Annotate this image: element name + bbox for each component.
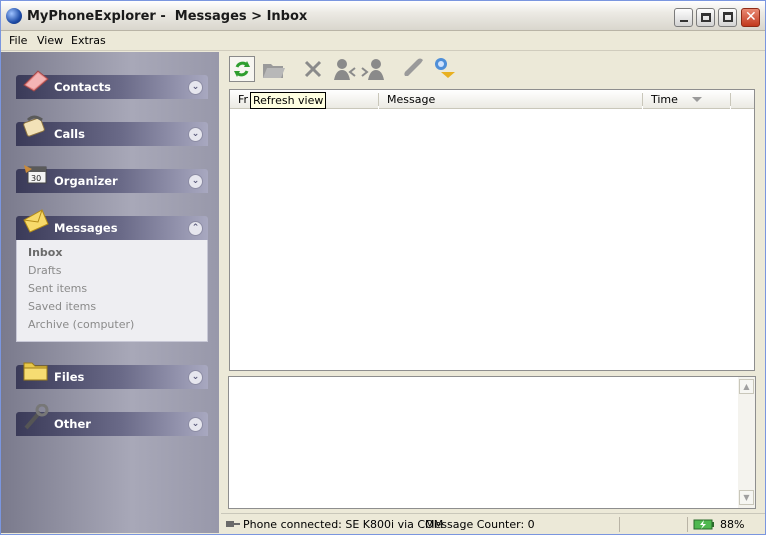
files-folder-icon <box>23 362 48 381</box>
delete-icon <box>304 60 322 78</box>
preview-scrollbar[interactable]: ▲ ▼ <box>738 377 755 508</box>
sidebar-section-label: Organizer <box>54 174 118 188</box>
minimize-button[interactable] <box>674 8 693 27</box>
title-bar[interactable]: MyPhoneExplorer - Messages > Inbox ✕ <box>1 1 765 31</box>
menu-bar: File View Extras <box>1 31 765 51</box>
sort-descending-icon <box>692 97 702 102</box>
chevron-down-icon[interactable]: ⌄ <box>188 174 203 189</box>
open-folder-icon <box>263 64 285 78</box>
svg-text:30: 30 <box>31 174 41 183</box>
folder-inbox[interactable]: Inbox <box>28 246 62 259</box>
sidebar-section-label: Other <box>54 417 91 431</box>
message-list[interactable]: Fr Message Time Refresh view <box>229 89 755 371</box>
menu-extras[interactable]: Extras <box>71 34 106 47</box>
maximize-icon <box>701 13 711 22</box>
chevron-down-icon[interactable]: ⌄ <box>188 80 203 95</box>
refresh-button[interactable] <box>229 56 255 82</box>
sidebar-section-label: Calls <box>54 127 85 141</box>
restore-button[interactable] <box>718 8 737 27</box>
refresh-icon <box>234 61 250 77</box>
column-message[interactable]: Message <box>379 90 642 109</box>
messages-envelope-icon <box>23 209 49 233</box>
messages-folder-list: Inbox Drafts Sent items Saved items Arch… <box>16 240 208 342</box>
folder-sent-items[interactable]: Sent items <box>28 282 87 295</box>
sidebar: Contacts ⌄ Calls ⌄ 30 Organizer ⌄ Messag… <box>1 52 219 533</box>
call-icon <box>404 58 423 76</box>
app-logo-icon <box>6 8 22 24</box>
status-divider <box>619 517 620 532</box>
sidebar-section-other[interactable]: Other ⌄ <box>16 404 208 436</box>
forward-icon <box>361 59 384 80</box>
reply-icon <box>334 59 356 80</box>
other-tools-icon <box>24 404 49 430</box>
sidebar-section-label: Contacts <box>54 80 111 94</box>
calls-phone-icon <box>23 115 45 137</box>
chevron-down-icon[interactable]: ⌄ <box>188 127 203 142</box>
close-button[interactable]: ✕ <box>741 8 760 27</box>
scroll-down-icon[interactable]: ▼ <box>739 490 754 505</box>
scroll-up-icon[interactable]: ▲ <box>739 379 754 394</box>
column-time-label: Time <box>651 93 678 106</box>
column-filler <box>731 90 754 109</box>
app-window: MyPhoneExplorer - Messages > Inbox ✕ Fil… <box>0 0 766 535</box>
menu-file[interactable]: File <box>9 34 27 47</box>
minimize-icon <box>680 20 688 22</box>
delete-button[interactable] <box>301 56 327 82</box>
sidebar-section-contacts[interactable]: Contacts ⌄ <box>16 70 208 99</box>
open-button[interactable] <box>261 56 287 82</box>
sidebar-section-messages[interactable]: Messages ⌃ <box>16 209 208 240</box>
battery-charging-icon <box>693 519 714 530</box>
folder-drafts[interactable]: Drafts <box>28 264 61 277</box>
sidebar-section-organizer[interactable]: 30 Organizer ⌄ <box>16 165 208 193</box>
battery-level: 88% <box>720 518 745 531</box>
sidebar-section-files[interactable]: Files ⌄ <box>16 362 208 389</box>
column-message-label: Message <box>387 93 436 106</box>
contacts-book-icon <box>23 70 49 92</box>
sidebar-section-label: Messages <box>54 221 118 235</box>
menu-view[interactable]: View <box>37 34 63 47</box>
close-icon: ✕ <box>745 9 757 25</box>
sidebar-section-label: Files <box>54 370 85 384</box>
folder-archive-computer[interactable]: Archive (computer) <box>28 318 134 331</box>
refresh-tooltip: Refresh view <box>250 92 327 109</box>
window-title: MyPhoneExplorer - Messages > Inbox <box>27 9 308 24</box>
sidebar-section-calls[interactable]: Calls ⌄ <box>16 115 208 146</box>
forward-button[interactable] <box>361 56 387 82</box>
status-bar: Phone connected: SE K800i via COM Messag… <box>221 513 765 534</box>
organizer-calendar-icon: 30 <box>24 165 47 184</box>
toolbar <box>225 52 765 86</box>
connection-status: Phone connected: SE K800i via COM <box>243 518 444 531</box>
restore-icon <box>723 12 733 22</box>
status-divider <box>687 517 688 532</box>
reply-button[interactable] <box>331 56 357 82</box>
chevron-up-icon[interactable]: ⌃ <box>188 221 203 236</box>
send-button[interactable] <box>431 56 457 82</box>
chevron-down-icon[interactable]: ⌄ <box>188 417 203 432</box>
column-from-label: Fr <box>238 93 249 106</box>
chevron-down-icon[interactable]: ⌄ <box>188 370 203 385</box>
maximize-button[interactable] <box>696 8 715 27</box>
message-counter: Message Counter: 0 <box>425 518 535 531</box>
send-icon <box>435 58 455 78</box>
message-preview-pane[interactable]: ▲ ▼ <box>228 376 756 509</box>
folder-saved-items[interactable]: Saved items <box>28 300 96 313</box>
column-time[interactable]: Time <box>643 90 730 109</box>
connection-cable-icon <box>226 521 240 527</box>
call-button[interactable] <box>401 56 427 82</box>
